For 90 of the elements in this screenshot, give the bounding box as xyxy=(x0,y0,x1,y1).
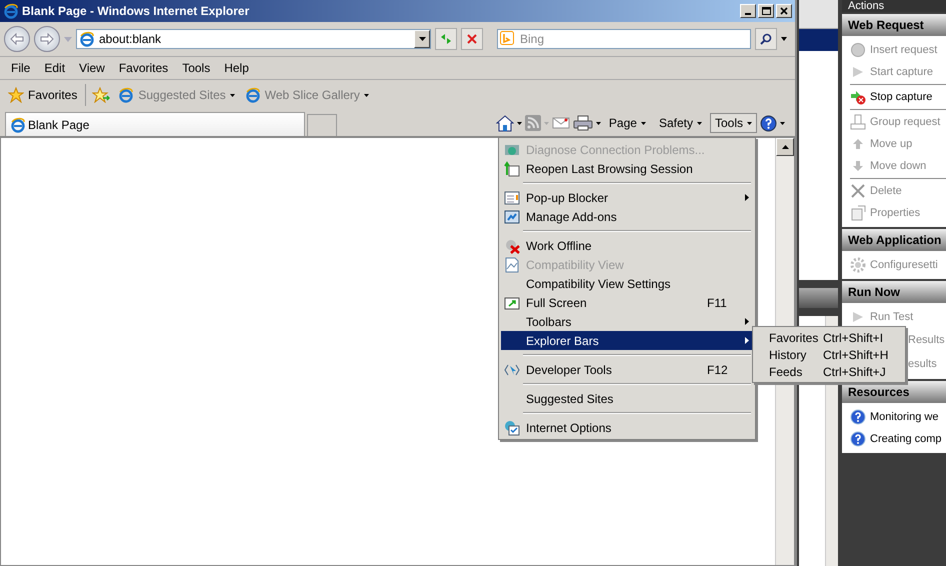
menu-bar-item[interactable]: View xyxy=(72,59,112,77)
close-button[interactable] xyxy=(776,4,792,18)
stop-icon xyxy=(850,89,866,105)
back-button[interactable] xyxy=(4,26,30,52)
page-icon xyxy=(244,87,261,103)
menu-item[interactable]: Toolbars xyxy=(501,312,753,331)
fullscreen-icon xyxy=(504,294,520,310)
ie-logo-icon xyxy=(118,87,134,103)
menu-item[interactable]: Explorer Bars xyxy=(501,331,753,350)
menu-item[interactable]: Pop-up Blocker xyxy=(501,188,753,207)
caret-icon xyxy=(747,122,752,124)
gear-icon xyxy=(850,257,866,273)
menu-item[interactable]: History Ctrl+Shift+H xyxy=(757,346,901,363)
delete-icon xyxy=(850,183,866,199)
panel-header xyxy=(799,288,838,308)
menu-bar-item[interactable]: Tools xyxy=(175,59,218,77)
command-button[interactable]: Page xyxy=(604,113,651,133)
star-icon xyxy=(8,87,24,103)
checked-page-icon xyxy=(504,420,520,436)
submenu-arrow-icon xyxy=(745,318,749,325)
arrow-window-icon xyxy=(504,160,520,176)
caret-icon xyxy=(230,94,235,96)
caret-icon xyxy=(364,94,369,96)
favorites-button[interactable]: Favorites xyxy=(6,85,80,105)
mail-icon[interactable] xyxy=(552,116,570,130)
menu-item[interactable]: Internet Options xyxy=(501,418,753,437)
window-title: Blank Page - Windows Internet Explorer xyxy=(22,4,250,18)
menu-item[interactable]: Developer Tools F12 xyxy=(501,360,753,379)
add-favorite-icon[interactable] xyxy=(92,87,110,103)
stack-icon xyxy=(850,114,866,130)
print-icon[interactable] xyxy=(572,115,593,131)
command-button[interactable]: Tools xyxy=(710,113,757,133)
disc-icon xyxy=(850,42,866,58)
stop-button[interactable] xyxy=(461,28,483,50)
search-field[interactable]: Bing xyxy=(497,29,751,49)
help-icon[interactable] xyxy=(760,114,777,132)
action-link[interactable]: Creating comp xyxy=(870,433,942,445)
address-dropdown-button[interactable] xyxy=(414,30,430,48)
menu-item[interactable]: Work Offline xyxy=(501,236,753,255)
ie-logo-icon xyxy=(3,3,19,19)
caret-icon xyxy=(516,122,522,124)
search-caret-icon[interactable] xyxy=(781,37,787,41)
offline-icon xyxy=(504,238,520,254)
command-button[interactable]: Safety xyxy=(654,113,707,133)
refresh-icon xyxy=(439,32,453,46)
action-link[interactable]: Monitoring we xyxy=(870,411,938,423)
close-icon xyxy=(780,7,788,15)
page-icon xyxy=(79,31,95,47)
ie-logo-icon xyxy=(10,116,26,132)
minimize-button[interactable] xyxy=(740,4,756,18)
browser-tab[interactable]: Blank Page xyxy=(5,112,305,136)
dropdown-caret-icon xyxy=(418,37,426,41)
menu-bar-item[interactable]: Favorites xyxy=(112,59,176,77)
menu-item[interactable]: Manage Add-ons xyxy=(501,207,753,226)
maximize-button[interactable] xyxy=(758,4,774,18)
menu-bar-item[interactable]: File xyxy=(4,59,38,77)
forward-button[interactable] xyxy=(34,26,60,52)
search-button[interactable] xyxy=(755,28,777,50)
search-provider-icon xyxy=(500,31,514,45)
home-icon[interactable] xyxy=(496,114,514,132)
caret-icon xyxy=(544,122,549,124)
properties-icon xyxy=(850,205,866,221)
caret-icon xyxy=(696,122,702,124)
action-link[interactable]: Stop capture xyxy=(870,91,932,103)
address-field[interactable]: about:blank xyxy=(76,29,431,49)
menu-item[interactable]: Compatibility View Settings xyxy=(501,274,753,293)
forward-arrow-icon xyxy=(40,33,54,45)
caret-icon xyxy=(640,122,646,124)
maximize-icon xyxy=(762,7,770,15)
help-icon xyxy=(850,431,866,447)
submenu-arrow-icon xyxy=(745,337,749,344)
menu-bar-item[interactable]: Help xyxy=(217,59,256,77)
scroll-up-icon xyxy=(782,145,788,149)
section-header: Run Now xyxy=(842,281,946,303)
caret-icon xyxy=(780,122,785,124)
submenu-arrow-icon xyxy=(745,194,749,201)
help-icon xyxy=(850,409,866,425)
search-icon xyxy=(760,33,772,45)
menu-item[interactable]: Feeds Ctrl+Shift+J xyxy=(757,363,901,380)
section-header: Web Request xyxy=(842,14,946,36)
pane-title: Actions xyxy=(842,0,946,12)
caret-icon xyxy=(596,122,601,124)
section-header: Web Application xyxy=(842,229,946,251)
back-arrow-icon xyxy=(10,33,24,45)
stop-icon xyxy=(467,34,477,44)
menu-item[interactable]: Suggested Sites xyxy=(501,389,753,408)
menu-item[interactable]: Full Screen F11 xyxy=(501,293,753,312)
menu-bar-item[interactable]: Edit xyxy=(37,59,72,77)
menu-item[interactable]: Reopen Last Browsing Session xyxy=(501,159,753,178)
menu-item[interactable]: Favorites Ctrl+Shift+I xyxy=(757,329,901,346)
